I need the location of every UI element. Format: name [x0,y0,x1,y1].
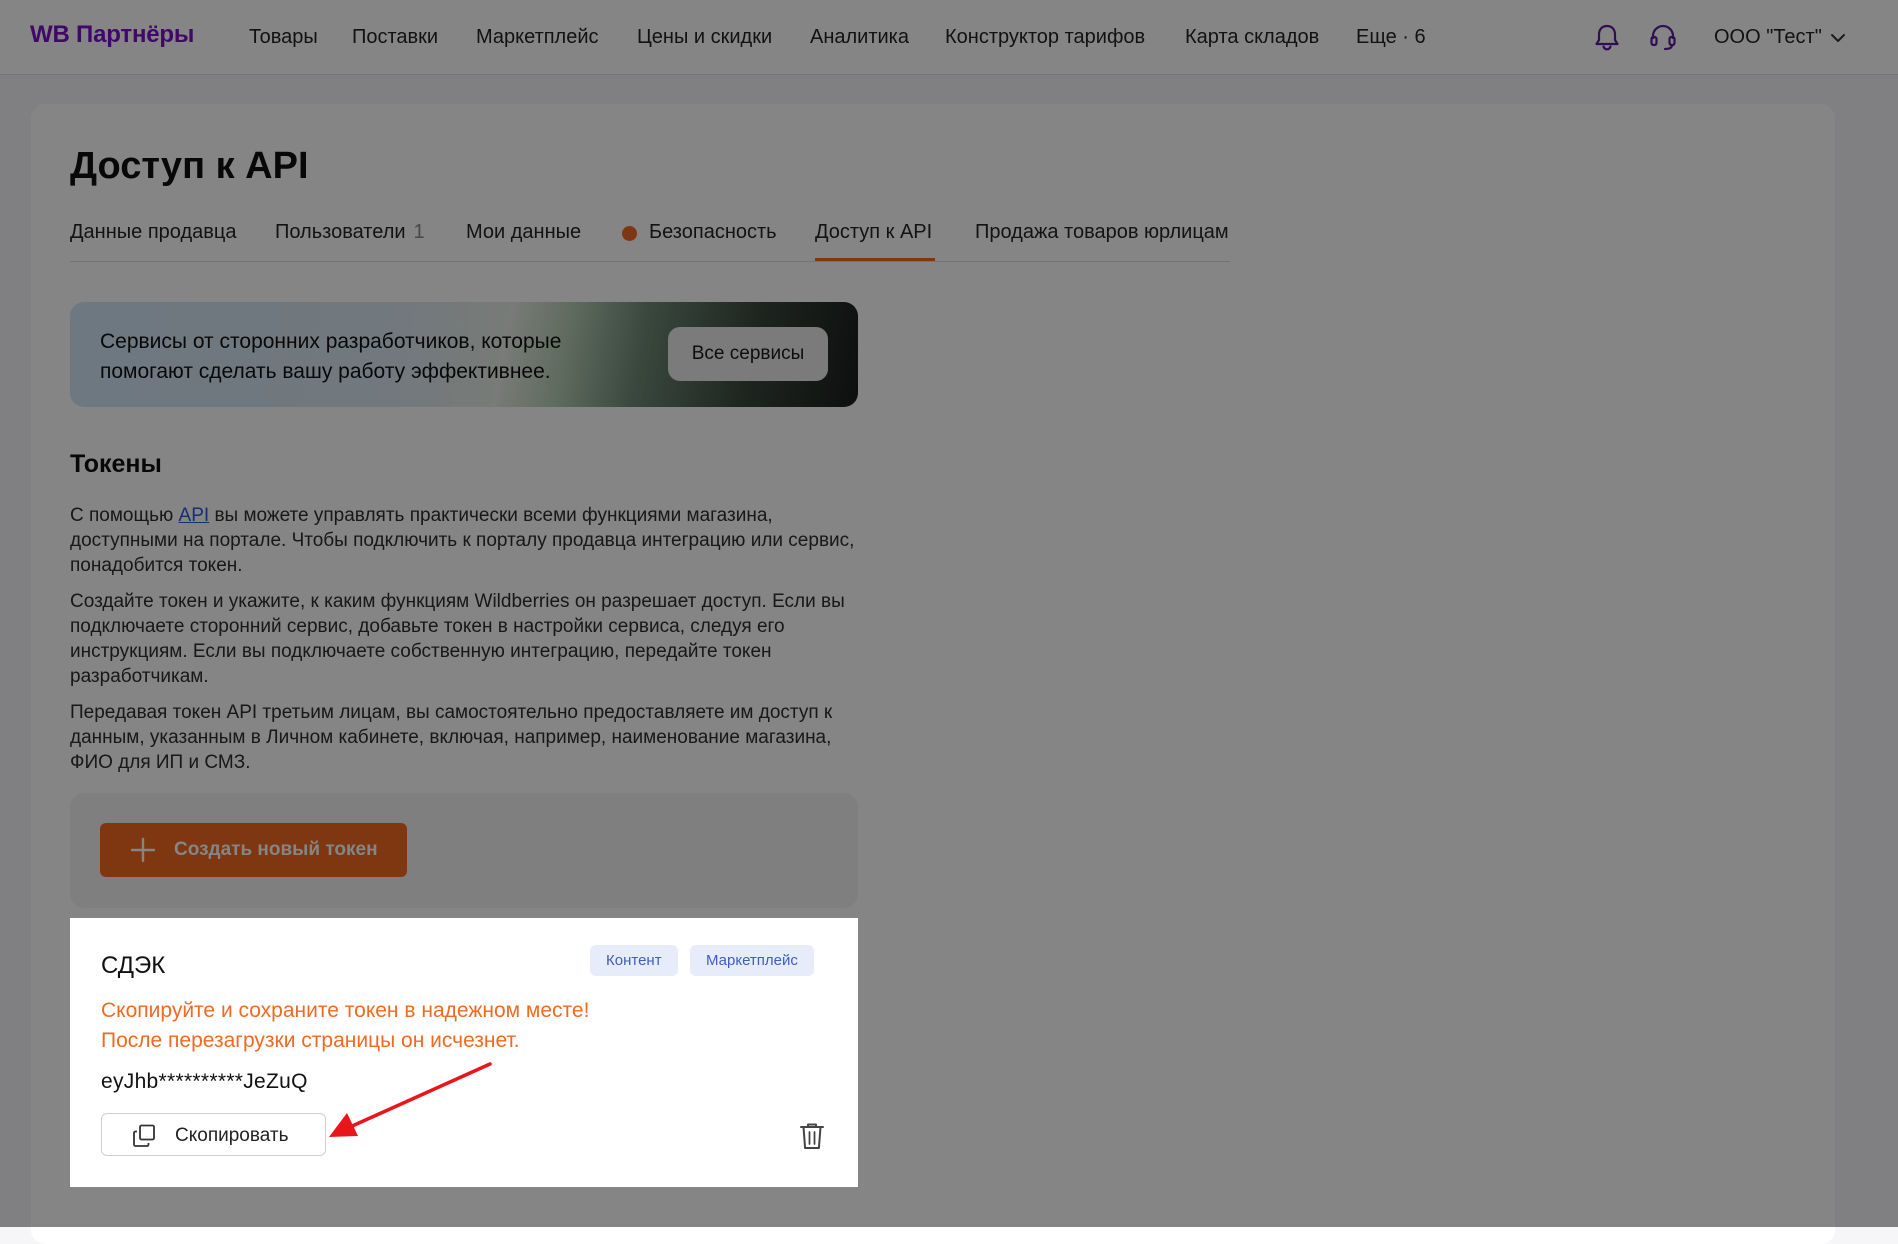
scope-badge-content: Контент [590,945,678,976]
token-card: СДЭК Контент Маркетплейс Скопируйте и со… [70,918,858,1187]
copy-token-label: Скопировать [175,1125,289,1146]
trash-icon[interactable] [798,1121,826,1151]
masked-token-value: eyJhb**********JeZuQ [101,1070,308,1093]
token-name: СДЭК [101,952,166,979]
scope-badge-marketplace: Маркетплейс [690,945,814,976]
warning-line-1: Скопируйте и сохраните токен в надежном … [101,999,590,1022]
token-save-warning: Скопируйте и сохраните токен в надежном … [101,996,589,1056]
copy-token-button[interactable]: Скопировать [101,1113,326,1156]
warning-line-2: После перезагрузки страницы он исчезнет. [101,1029,520,1052]
copy-icon [133,1124,155,1147]
